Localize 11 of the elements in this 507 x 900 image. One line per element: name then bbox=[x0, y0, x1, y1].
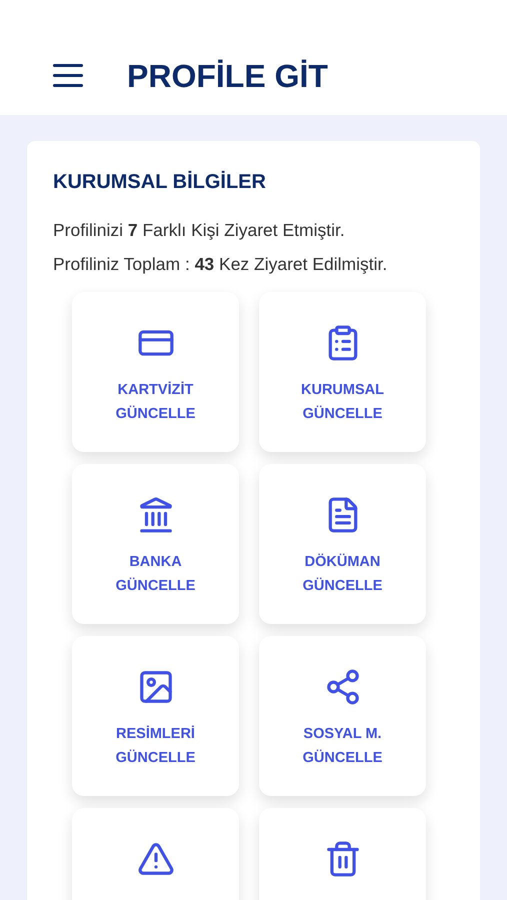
menu-tile[interactable]: RESİMLERİ GÜNCELLE bbox=[72, 636, 239, 796]
menu-tile[interactable]: BANKA GÜNCELLE bbox=[72, 464, 239, 624]
card-title: KURUMSAL BİLGİLER bbox=[52, 170, 267, 195]
menu-tile[interactable]: KARTVİZİT GÜNCELLE bbox=[72, 292, 239, 452]
menu-button[interactable] bbox=[53, 64, 83, 87]
menu-tile[interactable]: DÖKÜMAN GÜNCELLE bbox=[259, 464, 426, 624]
visit-stat: Profiliniz Toplam : 43 Kez Ziyaret Edilmiştir. bbox=[53, 253, 388, 276]
menu-tile[interactable]: KURUMSAL GÜNCELLE bbox=[259, 292, 426, 452]
visit-stat: Profilinizi 7 Farklı Kişi Ziyaret Etmiştir. bbox=[53, 219, 346, 242]
page-title: PROFİLE GİT bbox=[127, 56, 328, 96]
menu-tile[interactable]: SOSYAL M. GÜNCELLE bbox=[259, 636, 426, 796]
